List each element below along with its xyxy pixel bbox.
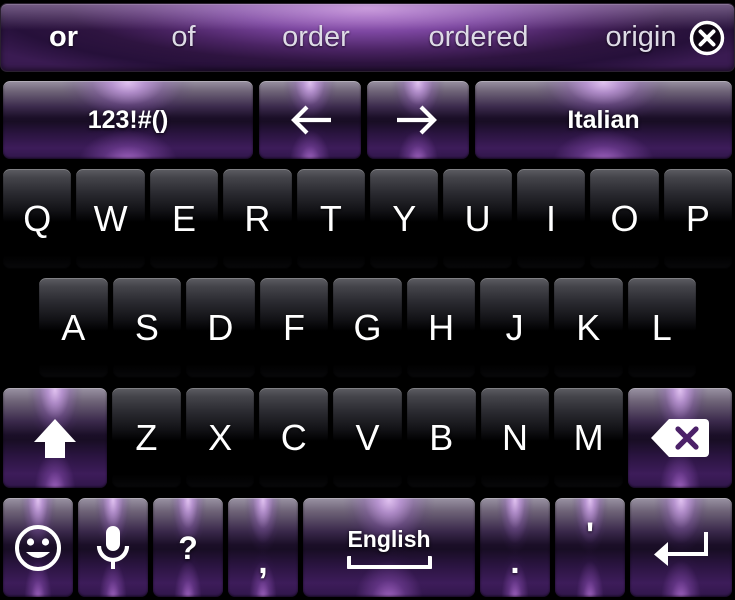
key-v[interactable]: V bbox=[332, 387, 403, 489]
arrow-left-icon bbox=[287, 103, 333, 137]
key-i[interactable]: I bbox=[515, 168, 587, 270]
key-l[interactable]: L bbox=[626, 277, 698, 379]
shift-key[interactable] bbox=[2, 387, 108, 489]
question-key-label: ? bbox=[178, 529, 198, 566]
key-s[interactable]: S bbox=[111, 277, 183, 379]
key-label: F bbox=[282, 307, 305, 348]
enter-key[interactable] bbox=[629, 497, 733, 598]
smiley-face-icon bbox=[12, 522, 64, 574]
key-u[interactable]: U bbox=[442, 168, 513, 270]
key-label: J bbox=[505, 307, 524, 348]
key-label: D bbox=[207, 307, 234, 348]
key-label: C bbox=[280, 417, 307, 458]
key-label: Z bbox=[135, 417, 158, 458]
suggestion-bar: or of order ordered origin bbox=[0, 3, 735, 72]
symbols-key[interactable]: 123!#() bbox=[2, 80, 254, 160]
arrow-right-icon bbox=[395, 103, 441, 137]
key-label: T bbox=[319, 198, 342, 239]
key-label: B bbox=[429, 417, 454, 458]
key-label: G bbox=[353, 307, 382, 348]
comma-key[interactable]: , bbox=[227, 497, 299, 598]
space-key-content: English bbox=[346, 526, 432, 569]
arrow-left-key[interactable] bbox=[258, 80, 362, 160]
key-x[interactable]: X bbox=[184, 387, 256, 489]
key-r[interactable]: R bbox=[222, 168, 293, 270]
suggestion-item-1[interactable]: of bbox=[126, 21, 241, 54]
key-label: O bbox=[610, 198, 639, 239]
key-label: I bbox=[546, 198, 557, 239]
key-c[interactable]: C bbox=[258, 387, 330, 489]
key-q[interactable]: Q bbox=[2, 168, 73, 270]
key-label: K bbox=[576, 307, 601, 348]
spacebar-bracket-icon bbox=[346, 556, 432, 569]
key-label: Q bbox=[23, 198, 52, 239]
key-a[interactable]: A bbox=[38, 277, 109, 379]
key-e[interactable]: E bbox=[148, 168, 220, 270]
key-z[interactable]: Z bbox=[111, 387, 182, 489]
key-p[interactable]: P bbox=[662, 168, 734, 270]
keyboard-row-4: ? , English . ' bbox=[0, 497, 735, 598]
language-key[interactable]: Italian bbox=[474, 80, 733, 160]
key-label: R bbox=[244, 198, 271, 239]
key-n[interactable]: N bbox=[479, 387, 551, 489]
keyboard-root: or of order ordered origin 123!#() Itali… bbox=[0, 0, 735, 600]
keyboard-row-3-letters: ZXCVBNM bbox=[111, 387, 625, 489]
key-label: E bbox=[172, 198, 197, 239]
key-d[interactable]: D bbox=[185, 277, 256, 379]
key-f[interactable]: F bbox=[258, 277, 330, 379]
key-m[interactable]: M bbox=[553, 387, 625, 489]
key-g[interactable]: G bbox=[332, 277, 403, 379]
key-label: V bbox=[355, 417, 380, 458]
backspace-key[interactable] bbox=[627, 387, 733, 489]
microphone-icon bbox=[93, 522, 133, 574]
close-circle-icon[interactable] bbox=[686, 17, 728, 59]
apostrophe-key-label: ' bbox=[585, 516, 595, 554]
shift-arrow-up-icon bbox=[28, 411, 82, 465]
key-label: M bbox=[573, 417, 604, 458]
key-o[interactable]: O bbox=[589, 168, 660, 270]
key-j[interactable]: J bbox=[479, 277, 550, 379]
suggestion-item-2[interactable]: order bbox=[241, 21, 391, 54]
question-key[interactable]: ? bbox=[152, 497, 224, 598]
key-label: A bbox=[61, 307, 86, 348]
comma-key-label: , bbox=[258, 543, 268, 581]
symbols-key-label: 123!#() bbox=[87, 105, 169, 134]
arrow-right-key[interactable] bbox=[366, 80, 470, 160]
period-key[interactable]: . bbox=[479, 497, 551, 598]
space-key-label: English bbox=[347, 526, 431, 552]
keyboard-row-3: ZXCVBNM bbox=[0, 387, 735, 489]
language-key-label: Italian bbox=[567, 105, 640, 134]
key-y[interactable]: Y bbox=[369, 168, 440, 270]
key-label: S bbox=[134, 307, 159, 348]
key-h[interactable]: H bbox=[405, 277, 477, 379]
suggestion-item-3[interactable]: ordered bbox=[391, 21, 566, 54]
key-label: X bbox=[208, 417, 233, 458]
key-label: H bbox=[428, 307, 455, 348]
key-label: N bbox=[501, 417, 528, 458]
key-label: L bbox=[651, 307, 672, 348]
key-t[interactable]: T bbox=[295, 168, 367, 270]
backspace-delete-icon bbox=[649, 415, 711, 461]
apostrophe-key[interactable]: ' bbox=[554, 497, 626, 598]
space-key[interactable]: English bbox=[302, 497, 476, 598]
key-label: P bbox=[685, 198, 710, 239]
key-label: W bbox=[93, 198, 128, 239]
suggestion-item-0[interactable]: or bbox=[1, 21, 126, 54]
key-label: U bbox=[464, 198, 491, 239]
function-row: 123!#() Italian bbox=[0, 80, 735, 160]
emoji-key[interactable] bbox=[2, 497, 74, 598]
mic-key[interactable] bbox=[77, 497, 149, 598]
keyboard-row-1: QW E R T Y U I O P bbox=[0, 168, 735, 270]
keyboard-row-2: ASDFGHJKL bbox=[0, 277, 735, 379]
period-key-label: . bbox=[510, 543, 520, 581]
key-label: Y bbox=[392, 198, 417, 239]
key-w[interactable]: W bbox=[75, 168, 146, 270]
enter-return-icon bbox=[652, 526, 710, 570]
key-b[interactable]: B bbox=[405, 387, 477, 489]
key-k[interactable]: K bbox=[552, 277, 624, 379]
